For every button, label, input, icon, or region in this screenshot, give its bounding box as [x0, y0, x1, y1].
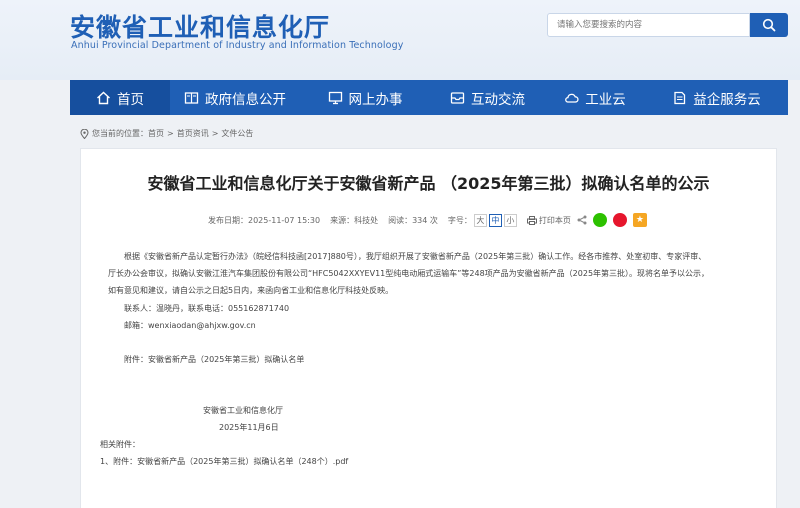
nav-item-label: 政府信息公开	[205, 91, 286, 108]
home-icon	[97, 91, 110, 104]
site-logo-subtitle: Anhui Provincial Department of Industry …	[71, 40, 404, 51]
sign-date: 2025年11月6日	[219, 423, 279, 432]
breadcrumb-news-link[interactable]: 首页资讯	[177, 128, 209, 139]
book-icon	[184, 91, 199, 104]
favorite-star-icon[interactable]: ★	[632, 213, 647, 227]
print-button[interactable]: 打印本页	[526, 215, 571, 226]
nav-item-label: 益企服务云	[693, 91, 761, 108]
nav-item-gov-info[interactable]: 政府信息公开	[170, 80, 300, 115]
weibo-share-icon[interactable]	[612, 213, 627, 227]
attachment-note: 附件：安徽省新产品（2025年第三批）拟确认名单	[124, 355, 305, 364]
publish-date: 发布日期：2025-11-07 15:30	[208, 215, 321, 225]
view-count: 阅读：334 次	[388, 215, 438, 225]
site-header: 安徽省工业和信息化厅 Anhui Provincial Department o…	[0, 0, 800, 80]
nav-item-label: 首页	[117, 91, 144, 108]
breadcrumb-prefix: 您当前的位置：	[92, 129, 148, 138]
breadcrumb: 您当前的位置： 首页 > 首页资讯 > 文件公告	[80, 128, 253, 139]
nav-item-industry-cloud[interactable]: 工业云	[545, 80, 645, 115]
printer-icon	[526, 215, 537, 225]
nav-item-label: 互动交流	[471, 91, 525, 108]
nav-item-label: 工业云	[585, 91, 626, 108]
body-line: 如有意见和建议，请自公示之日起5日内，来函向省工业和信息化厅科技处反映。	[108, 286, 394, 295]
related-attachments-label: 相关附件：	[100, 440, 140, 449]
document-icon	[674, 91, 686, 104]
cloud-icon	[565, 93, 579, 103]
nav-item-online-service[interactable]: 网上办事	[300, 80, 430, 115]
contact-line: 联系人：温晓丹，联系电话：055162871740	[124, 304, 290, 313]
font-size-large-button[interactable]: 大	[473, 213, 487, 227]
font-size-label: 字号：	[447, 215, 472, 225]
breadcrumb-notice-link[interactable]: 文件公告	[221, 128, 253, 139]
nav-item-label: 网上办事	[348, 91, 403, 108]
email-line: 邮箱：wenxiaodan@ahjxw.gov.cn	[124, 321, 256, 330]
nav-item-home[interactable]: 首页	[70, 80, 170, 115]
breadcrumb-home-link[interactable]: 首页	[148, 128, 164, 139]
search-button[interactable]	[750, 13, 788, 37]
print-label: 打印本页	[538, 215, 571, 225]
nav-item-interaction[interactable]: 互动交流	[430, 80, 545, 115]
monitor-icon	[328, 91, 342, 104]
body-line: 厅长办公会审议，拟确认安徽江淮汽车集团股份有限公司“HFC5042XXYEV11…	[108, 269, 710, 278]
search-input[interactable]	[547, 13, 750, 37]
nav-item-enterprise-cloud[interactable]: 益企服务云	[645, 80, 788, 115]
sign-organization: 安徽省工业和信息化厅	[203, 406, 283, 415]
body-line: 根据《安徽省新产品认定暂行办法》（皖经信科技函[2017]880号），我厅组织开…	[124, 252, 707, 261]
breadcrumb-separator: >	[167, 129, 174, 138]
article-meta: 发布日期：2025-11-07 15:30 来源：科技处 阅读：334 次 字号…	[208, 213, 647, 227]
location-pin-icon	[80, 128, 89, 139]
share-icon[interactable]	[577, 215, 587, 225]
wechat-share-icon[interactable]	[592, 213, 607, 227]
breadcrumb-separator: >	[211, 129, 219, 138]
inbox-icon	[450, 91, 465, 104]
search-icon	[762, 18, 776, 32]
site-logo-title[interactable]: 安徽省工业和信息化厅	[70, 8, 330, 44]
font-size-medium-button[interactable]: 中	[488, 213, 502, 227]
article-source: 来源：科技处	[330, 215, 379, 225]
article-body: 根据《安徽省新产品认定暂行办法》（皖经信科技函[2017]880号），我厅组织开…	[100, 248, 750, 470]
related-attachment-link[interactable]: 1、附件：安徽省新产品（2025年第三批）拟确认名单（248个）.pdf	[100, 453, 750, 470]
article-title: 安徽省工业和信息化厅关于安徽省新产品 （2025年第三批）拟确认名单的公示	[147, 174, 710, 193]
font-size-small-button[interactable]: 小	[503, 213, 517, 227]
main-nav: 首页 政府信息公开 网上办事 互动交流 工业云 益企服务云	[70, 80, 788, 115]
